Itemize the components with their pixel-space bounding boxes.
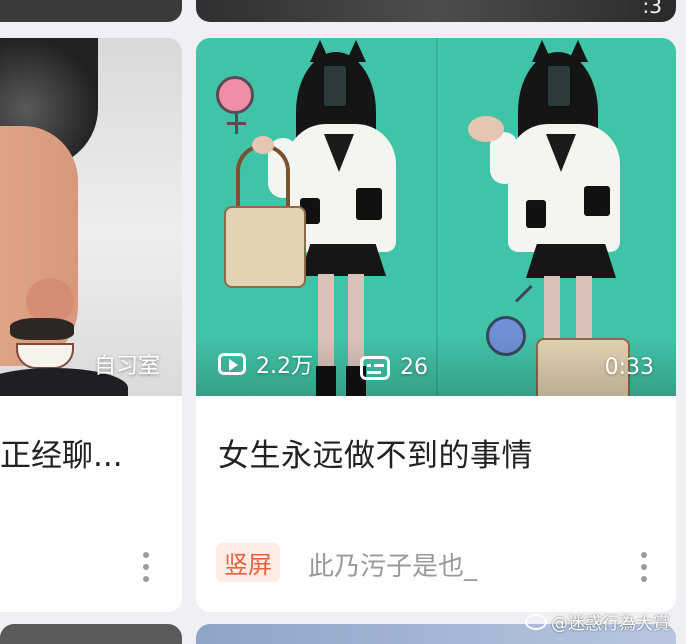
video-title[interactable]: 正经聊... <box>0 430 123 475</box>
top-left-card-thumbnail[interactable] <box>0 0 182 22</box>
video-thumbnail-right[interactable]: 2.2万 26 0:33 <box>196 38 676 396</box>
phone <box>546 64 572 108</box>
thumbnail-caption: 自习室 <box>93 354 160 379</box>
pocket <box>526 200 546 228</box>
danmaku-icon <box>360 355 390 380</box>
more-options-icon[interactable] <box>142 552 150 582</box>
video-title[interactable]: 女生永远做不到的事情 <box>218 430 533 475</box>
venus-symbol-icon <box>216 76 254 114</box>
video-card-left[interactable]: 自习室 正经聊... <box>0 38 182 612</box>
phone <box>322 64 348 108</box>
vertical-screen-badge: 竖屏 <box>216 543 280 582</box>
view-count-value: 2.2万 <box>256 354 313 379</box>
video-thumbnail-left[interactable]: 自习室 <box>0 38 182 396</box>
pocket <box>584 186 610 216</box>
uploader-name[interactable]: 此乃污子是也_ <box>308 546 477 583</box>
view-count: 2.2万 <box>218 348 313 380</box>
skirt <box>300 244 386 276</box>
video-duration: 0:33 <box>604 355 654 380</box>
video-card-right[interactable]: 2.2万 26 0:33 女生永远做不到的事情 竖屏 此乃污子是也_ <box>196 38 676 612</box>
hand <box>252 136 274 154</box>
bottom-left-card-thumbnail[interactable] <box>0 624 182 644</box>
tote-bag <box>224 206 306 288</box>
weibo-icon <box>525 613 547 630</box>
danmaku-count: 26 <box>360 355 428 380</box>
watermark-text: @迷惑行為大賞 <box>551 614 670 634</box>
more-options-icon[interactable] <box>640 552 648 582</box>
venus-bar <box>227 122 246 125</box>
face-teeth <box>16 343 74 369</box>
face-mustache <box>10 318 74 340</box>
danmaku-count-value: 26 <box>400 355 428 380</box>
waving-hand <box>468 116 504 142</box>
watermark: @迷惑行為大賞 <box>525 609 670 634</box>
duration-fragment: :3 <box>642 0 662 18</box>
skirt <box>526 244 616 278</box>
mars-arrow <box>514 284 533 303</box>
play-count-icon <box>218 353 246 375</box>
top-right-card-thumbnail[interactable]: :3 <box>196 0 676 22</box>
pocket <box>356 188 382 220</box>
